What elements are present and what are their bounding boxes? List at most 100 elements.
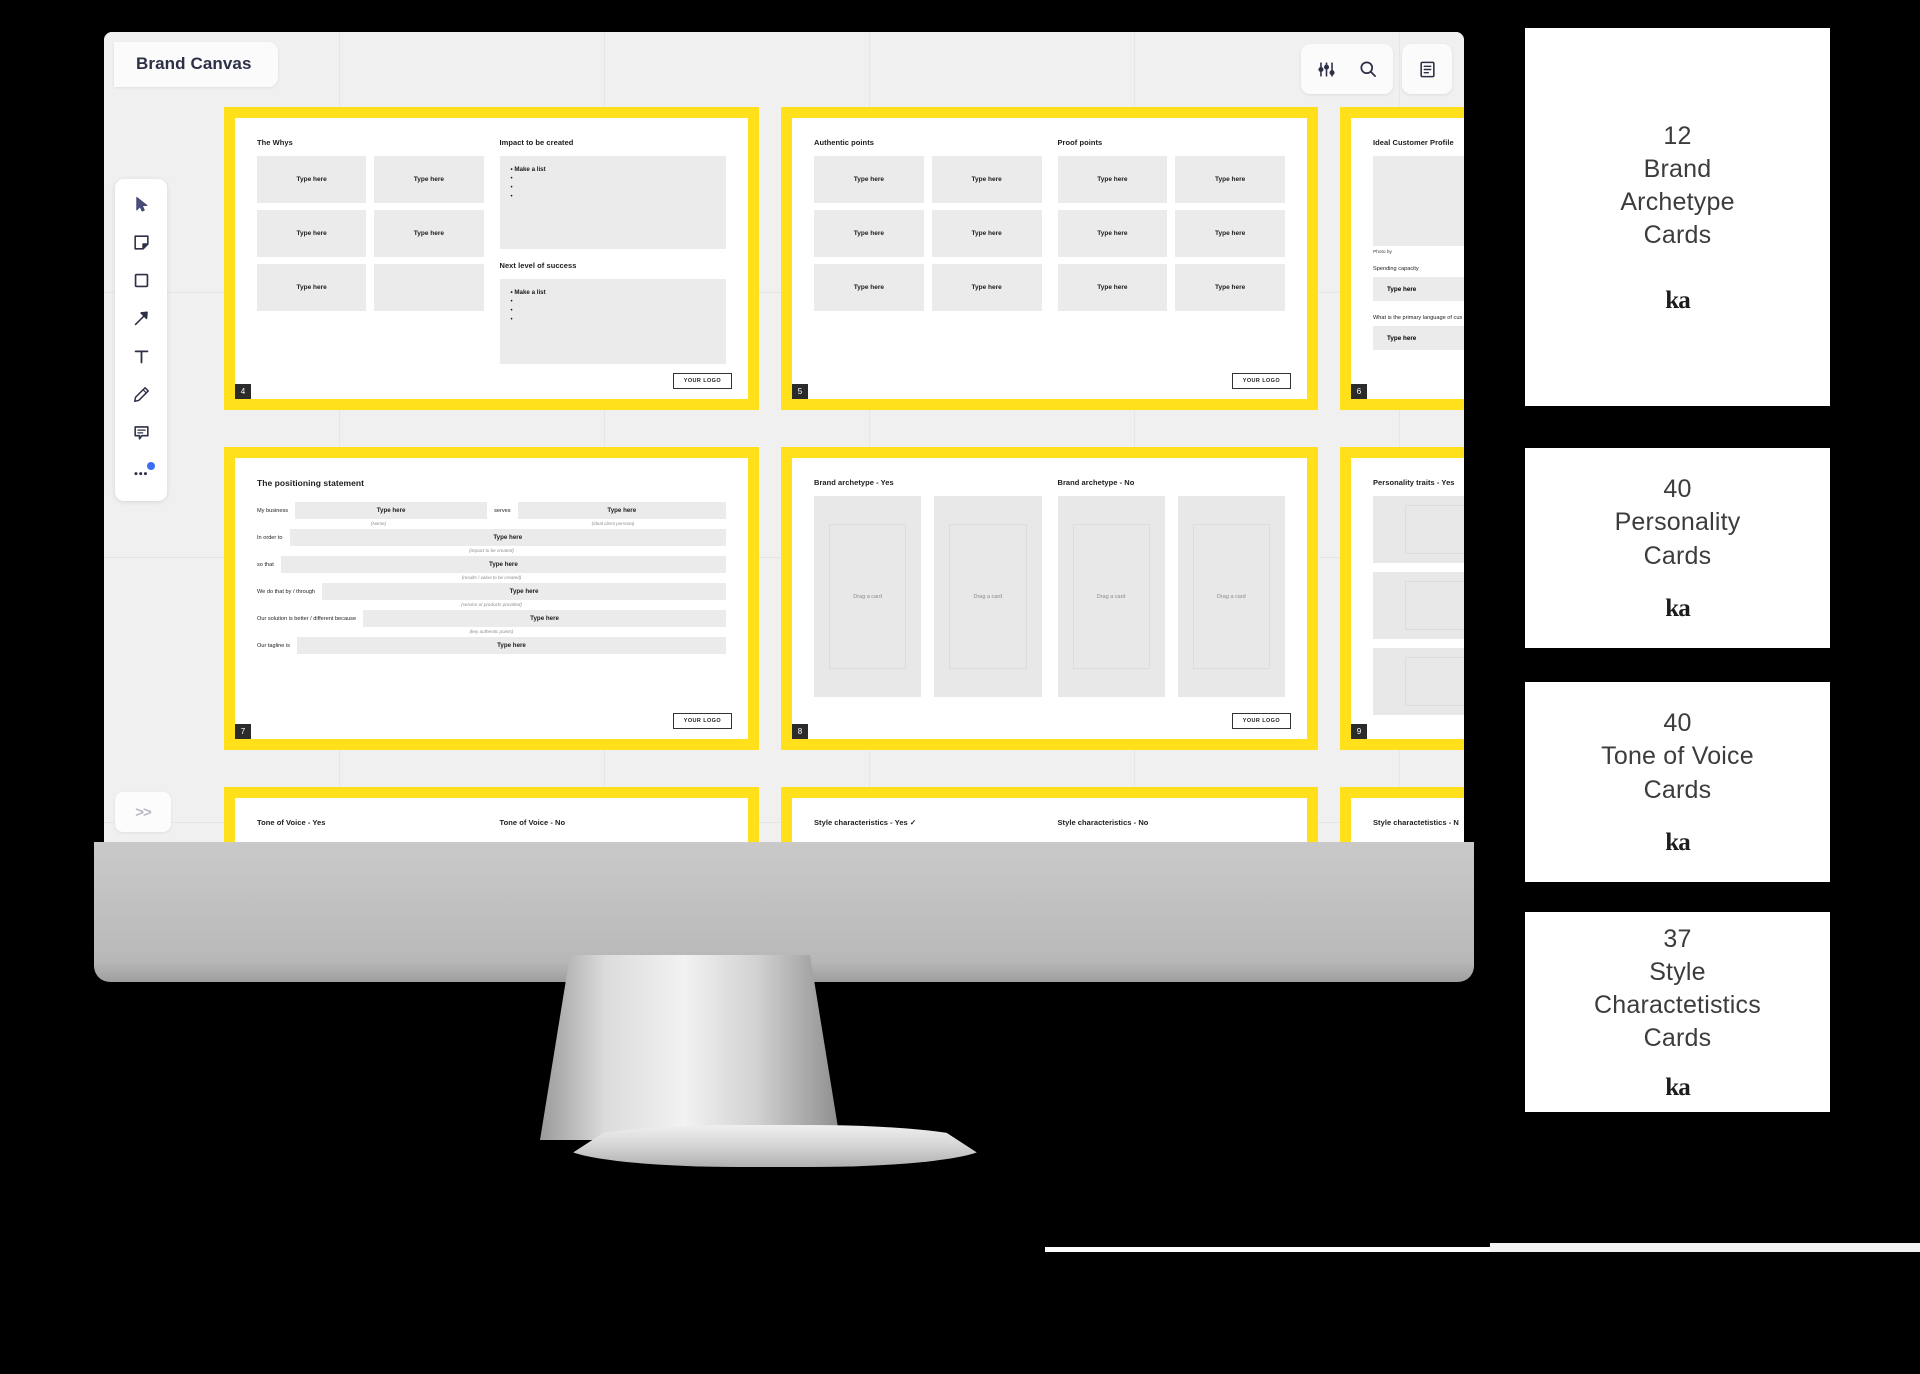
row-label: serves xyxy=(494,507,511,514)
type-box[interactable]: Type here xyxy=(374,156,484,203)
section-title: Style charactetistics - N xyxy=(1373,818,1459,827)
frame-12-inner: Style charactetistics - N xyxy=(1351,798,1464,842)
photo-credit: Photo by xyxy=(1373,250,1392,255)
type-box[interactable]: Type here xyxy=(257,264,367,311)
statement-field[interactable]: Type here xyxy=(289,529,726,546)
frame-10[interactable]: Tone of Voice - Yes Tone of Voice - No xyxy=(224,787,759,842)
photo-placeholder[interactable] xyxy=(1373,156,1464,246)
your-logo-badge: YOUR LOGO xyxy=(672,373,732,389)
frame-9[interactable]: Personality traits - Yes Drag a card Dra… xyxy=(1340,447,1464,750)
card-drop-slot[interactable]: Drag a card xyxy=(1057,496,1165,697)
frame-11[interactable]: Style characteristics - Yes ✓ Style char… xyxy=(781,787,1318,842)
statement-field[interactable]: Type here xyxy=(295,502,488,519)
expand-panel-button[interactable]: >> xyxy=(115,792,171,832)
frame-7[interactable]: The positioning statement My business Ty… xyxy=(224,447,759,750)
type-box[interactable]: Type here xyxy=(814,210,924,257)
search-button[interactable] xyxy=(1349,52,1387,86)
sidebar-item-pen[interactable] xyxy=(121,379,161,415)
card-drop-slot[interactable]: Drag a card xyxy=(1373,496,1464,563)
list-box[interactable]: • Make a list • • • xyxy=(499,279,726,364)
frame-10-no-column: Tone of Voice - No xyxy=(500,818,727,836)
type-box[interactable]: Type here xyxy=(1057,264,1168,311)
statement-field[interactable]: Type here xyxy=(280,556,726,573)
type-box[interactable]: Type here xyxy=(931,264,1042,311)
sidebar-item-select[interactable] xyxy=(121,189,161,225)
product-card-label: 40 Tone of Voice Cards xyxy=(1601,709,1754,804)
type-box[interactable]: Type here xyxy=(931,156,1042,203)
row-label: In order to xyxy=(257,534,283,541)
type-box[interactable]: Type here xyxy=(814,264,924,311)
statement-field[interactable]: Type here xyxy=(363,610,726,627)
your-logo-badge: YOUR LOGO xyxy=(672,713,732,729)
brand-logo: ka xyxy=(1665,286,1690,314)
row-label: Our tagline is xyxy=(257,642,290,649)
frame-6[interactable]: Ideal Customer Profile Photo by Spending… xyxy=(1340,107,1464,410)
sidebar-item-arrow[interactable] xyxy=(121,303,161,339)
statement-row: so that Type here xyxy=(257,556,726,573)
statement-field[interactable]: Type here xyxy=(517,502,726,519)
pencil-icon xyxy=(132,385,151,409)
card-drop-slot[interactable]: Drag a card xyxy=(1373,572,1464,639)
frame-12[interactable]: Style charactetistics - N xyxy=(1340,787,1464,842)
type-box[interactable]: Type here xyxy=(814,156,924,203)
type-box[interactable]: Type here xyxy=(1175,264,1285,311)
type-box[interactable]: Type here xyxy=(1057,156,1168,203)
list-item: • Make a list xyxy=(510,289,546,296)
settings-button[interactable] xyxy=(1307,52,1345,86)
frame-9-inner: Personality traits - Yes Drag a card Dra… xyxy=(1351,458,1464,739)
field-hint: (results / value to be created) xyxy=(461,575,522,580)
page-title[interactable]: Brand Canvas xyxy=(114,42,278,87)
list-item: • xyxy=(510,307,513,314)
sidebar-item-comment[interactable] xyxy=(121,417,161,453)
card-drop-slot[interactable]: Drag a card xyxy=(814,496,922,697)
list-item: • xyxy=(510,298,513,305)
type-box[interactable] xyxy=(374,264,484,311)
frame-number: 6 xyxy=(1351,384,1367,399)
product-card-label: 40 Personality Cards xyxy=(1614,475,1741,570)
statement-field[interactable]: Type here xyxy=(296,637,726,654)
frame-number: 4 xyxy=(235,384,251,399)
frame-11-yes-column: Style characteristics - Yes ✓ xyxy=(814,818,1042,836)
answer-field[interactable]: Type here xyxy=(1373,326,1464,350)
type-box[interactable]: Type here xyxy=(257,210,367,257)
row-label: We do that by / through xyxy=(257,588,316,595)
frame-8[interactable]: Brand archetype - Yes Drag a card Drag a… xyxy=(781,447,1318,750)
type-box[interactable]: Type here xyxy=(257,156,367,203)
field-hint: (ideal client persona) xyxy=(591,521,635,526)
list-item: • Make a list xyxy=(510,166,546,173)
section-title: Personality traits - Yes xyxy=(1373,478,1455,487)
notes-button[interactable] xyxy=(1408,52,1446,86)
sidebar-item-shape[interactable] xyxy=(121,265,161,301)
sidebar-item-text[interactable] xyxy=(121,341,161,377)
sidebar-item-more[interactable] xyxy=(121,455,161,491)
statement-row: Our solution is better / different becau… xyxy=(257,610,726,627)
document-icon xyxy=(1418,60,1437,79)
product-card-label: 12 Brand Archetype Cards xyxy=(1620,121,1735,250)
frame-number: 7 xyxy=(235,724,251,739)
frame-4[interactable]: The Whys Type here Type here Type here T… xyxy=(224,107,759,410)
field-hint: (service or products provided) xyxy=(461,602,522,607)
sidebar-item-sticky-note[interactable] xyxy=(121,227,161,263)
product-card-tone-of-voice: 40 Tone of Voice Cards ka xyxy=(1525,682,1830,882)
type-box-grid: Type here Type here Type here Type here … xyxy=(257,156,484,311)
type-box[interactable]: Type here xyxy=(1057,210,1168,257)
statement-field[interactable]: Type here xyxy=(322,583,726,600)
answer-field[interactable]: Type here xyxy=(1373,277,1464,301)
type-box[interactable]: Type here xyxy=(1175,210,1285,257)
field-hint: (impact to be created) xyxy=(469,548,514,553)
type-box[interactable]: Type here xyxy=(374,210,484,257)
comment-icon xyxy=(132,423,151,447)
list-box[interactable]: • Make a list • • • xyxy=(499,156,726,249)
search-icon xyxy=(1358,59,1378,79)
frame-8-yes-column: Brand archetype - Yes Drag a card Drag a… xyxy=(814,478,1042,697)
card-drop-slot[interactable]: Drag a card xyxy=(1373,648,1464,715)
frame-5[interactable]: Authentic points Type here Type here Typ… xyxy=(781,107,1318,410)
type-box[interactable]: Type here xyxy=(1175,156,1285,203)
product-card-label: 37 Style Charactetistics Cards xyxy=(1594,924,1761,1053)
frame-4-left-column: The Whys Type here Type here Type here T… xyxy=(257,138,484,364)
card-drop-slot[interactable]: Drag a card xyxy=(934,496,1042,697)
frame-number: 5 xyxy=(792,384,808,399)
card-drop-slot[interactable]: Drag a card xyxy=(1177,496,1285,697)
section-title: Brand archetype - Yes xyxy=(814,478,894,487)
type-box[interactable]: Type here xyxy=(931,210,1042,257)
